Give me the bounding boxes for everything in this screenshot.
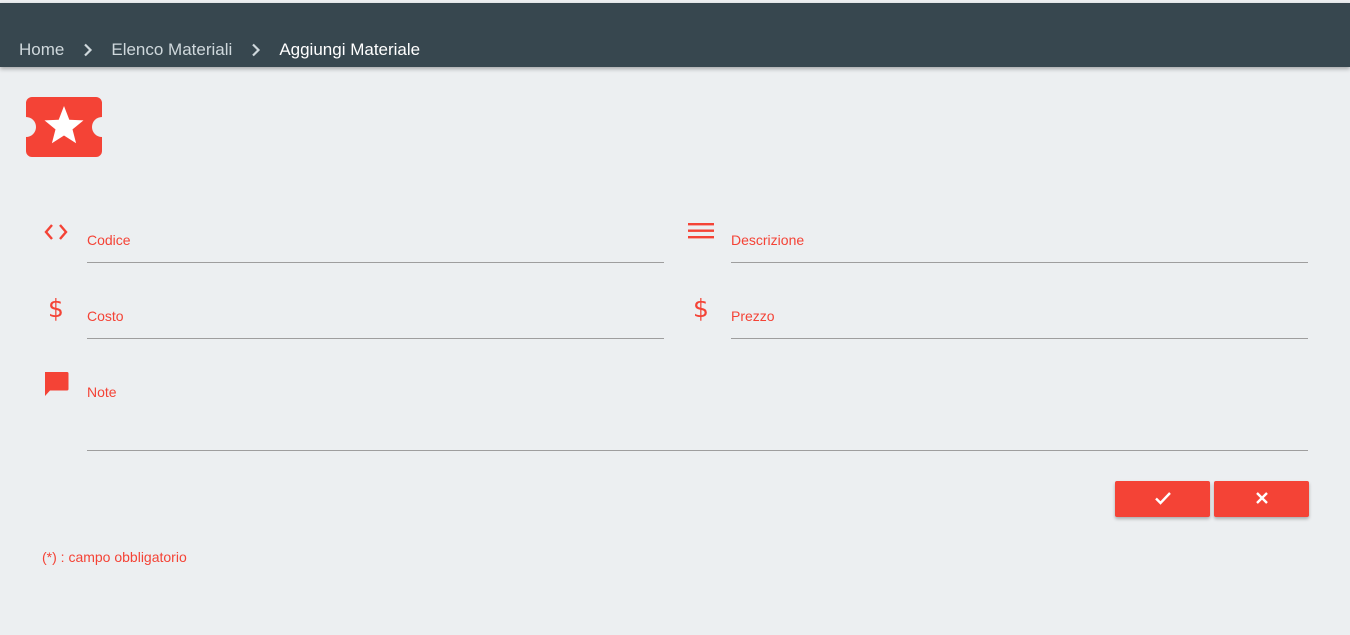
- chevron-right-icon: [64, 43, 111, 57]
- ticket-star-icon: [26, 97, 102, 157]
- comment-icon: [42, 370, 70, 398]
- breadcrumb-elenco-materiali[interactable]: Elenco Materiali: [111, 40, 232, 60]
- required-field-note: (*) : campo obbligatorio: [42, 549, 187, 565]
- cancel-button[interactable]: [1214, 481, 1309, 517]
- confirm-button[interactable]: [1115, 481, 1210, 517]
- menu-lines-icon: [687, 217, 715, 245]
- note-underline: [87, 450, 1308, 451]
- breadcrumb-aggiungi-materiale: Aggiungi Materiale: [279, 40, 421, 59]
- note-textarea[interactable]: [87, 404, 1308, 448]
- close-icon: [1255, 491, 1269, 508]
- dollar-icon: $: [693, 293, 709, 323]
- code-icon: [42, 218, 70, 246]
- prezzo-input[interactable]: [731, 314, 1308, 336]
- descrizione-input[interactable]: [731, 238, 1308, 260]
- codice-underline: [87, 262, 664, 263]
- note-label: Note: [87, 384, 117, 400]
- breadcrumb-home[interactable]: Home: [19, 40, 64, 60]
- costo-input[interactable]: [87, 314, 664, 336]
- chevron-right-icon: [232, 43, 279, 57]
- check-icon: [1154, 491, 1172, 508]
- prezzo-underline: [731, 338, 1308, 339]
- codice-input[interactable]: [87, 238, 664, 260]
- descrizione-underline: [731, 262, 1308, 263]
- dollar-icon: $: [48, 293, 64, 323]
- navbar: Home Elenco Materiali Aggiungi Materiale: [0, 3, 1350, 67]
- costo-underline: [87, 338, 664, 339]
- breadcrumb: Home Elenco Materiali Aggiungi Materiale: [19, 40, 420, 60]
